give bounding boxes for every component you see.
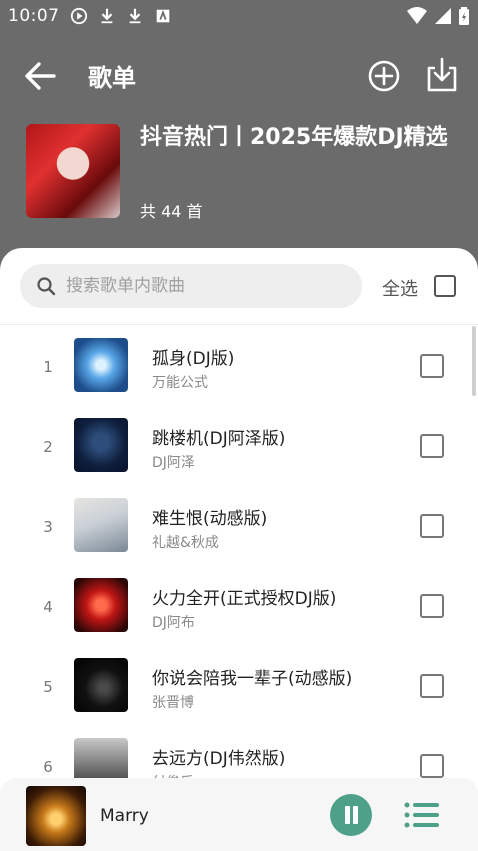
song-number: 3 [43, 518, 53, 536]
download-icon [129, 8, 141, 24]
song-cover-image [74, 418, 128, 472]
search-input[interactable] [66, 264, 346, 308]
select-all-label[interactable]: 全选 [382, 275, 418, 301]
status-bar: 10:07 [0, 0, 478, 32]
song-checkbox[interactable] [420, 354, 444, 378]
playlist-title: 抖音热门丨2025年爆款DJ精选 [140, 125, 448, 150]
now-playing-cover-image[interactable] [26, 786, 86, 846]
song-cover-image [74, 338, 128, 392]
media-play-icon [70, 7, 88, 25]
song-title: 孤身(DJ版) [152, 349, 235, 369]
mini-player[interactable]: Marry [0, 778, 478, 851]
select-all-checkbox[interactable] [434, 275, 456, 297]
song-row[interactable]: 5 你说会陪我一辈子(动感版) 张晋博 [0, 648, 478, 728]
song-number: 6 [43, 758, 53, 776]
song-artist: DJ阿泽 [152, 455, 195, 471]
song-checkbox[interactable] [420, 434, 444, 458]
download-tray-icon[interactable] [424, 56, 460, 94]
song-title: 去远方(DJ伟然版) [152, 749, 286, 769]
song-checkbox[interactable] [420, 754, 444, 778]
song-artist: DJ阿布 [152, 615, 195, 631]
song-checkbox[interactable] [420, 594, 444, 618]
top-app-bar: 歌单 [0, 48, 478, 104]
song-list: 1 孤身(DJ版) 万能公式 2 跳楼机(DJ阿泽版) DJ阿泽 3 难生恨(动… [0, 328, 478, 808]
song-list-sheet: 全选 1 孤身(DJ版) 万能公式 2 跳楼机(DJ阿泽版) DJ阿泽 3 难生… [0, 248, 478, 851]
back-arrow-icon[interactable] [22, 58, 58, 94]
download-icon [101, 8, 113, 24]
song-row[interactable]: 1 孤身(DJ版) 万能公式 [0, 328, 478, 408]
song-cover-image [74, 658, 128, 712]
wifi-icon [407, 7, 427, 24]
signal-icon [435, 8, 451, 24]
search-icon [37, 277, 56, 296]
song-title: 难生恨(动感版) [152, 509, 268, 529]
song-checkbox[interactable] [420, 674, 444, 698]
song-number: 2 [43, 438, 53, 456]
song-artist: 张晋博 [152, 695, 194, 711]
song-row[interactable]: 4 火力全开(正式授权DJ版) DJ阿布 [0, 568, 478, 648]
status-time: 10:07 [8, 6, 60, 26]
song-cover-image [74, 498, 128, 552]
add-circle-icon[interactable] [366, 58, 402, 94]
battery-icon [459, 7, 469, 25]
divider [0, 324, 478, 325]
song-artist: 礼越&秋成 [152, 535, 219, 551]
pause-button[interactable] [330, 794, 372, 836]
song-number: 4 [43, 598, 53, 616]
song-row[interactable]: 2 跳楼机(DJ阿泽版) DJ阿泽 [0, 408, 478, 488]
song-cover-image [74, 578, 128, 632]
app-icon [156, 9, 170, 23]
page-title: 歌单 [88, 64, 136, 92]
search-bar[interactable] [20, 264, 362, 308]
playlist-song-count: 共 44 首 [140, 202, 203, 221]
song-artist: 万能公式 [152, 375, 208, 391]
song-title: 跳楼机(DJ阿泽版) [152, 429, 286, 449]
song-title: 你说会陪我一辈子(动感版) [152, 669, 353, 689]
song-number: 1 [43, 358, 53, 376]
playlist-cover-image [26, 124, 120, 218]
playlist-queue-icon[interactable] [404, 800, 440, 830]
now-playing-title[interactable]: Marry [100, 806, 149, 826]
song-row[interactable]: 3 难生恨(动感版) 礼越&秋成 [0, 488, 478, 568]
song-number: 5 [43, 678, 53, 696]
song-title: 火力全开(正式授权DJ版) [152, 589, 337, 609]
song-checkbox[interactable] [420, 514, 444, 538]
